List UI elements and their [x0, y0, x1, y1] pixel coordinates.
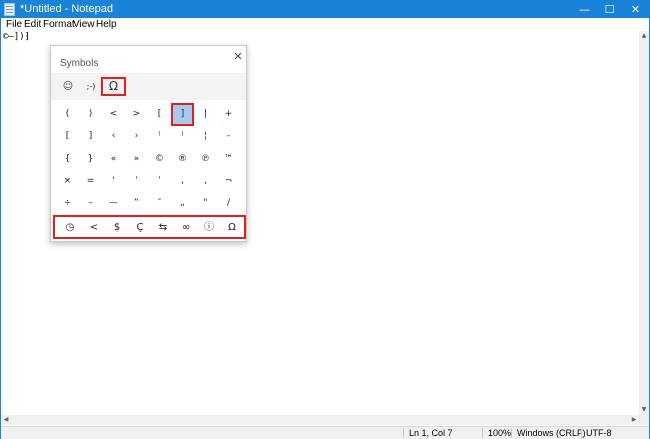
- panel-tab-bar: ☺ ;-) Ω: [51, 73, 246, 100]
- math-icon[interactable]: ∞: [175, 218, 197, 237]
- symbol-row: {} «» © ® ℗ ™: [56, 148, 241, 171]
- symbol-cell[interactable]: |: [194, 103, 217, 126]
- scroll-left-icon[interactable]: ◀: [1, 415, 11, 425]
- symbol-cell[interactable]: <: [102, 103, 125, 126]
- symbol-cell[interactable]: ℗: [194, 148, 217, 171]
- symbol-cell[interactable]: (: [56, 103, 79, 126]
- supplemental-icon[interactable]: ⓘ: [198, 218, 220, 237]
- latin-icon[interactable]: Ç: [129, 218, 151, 237]
- symbol-cell[interactable]: –: [79, 192, 102, 215]
- symbol-cell[interactable]: ⁽: [148, 125, 171, 148]
- symbol-cell[interactable]: ’: [125, 170, 148, 193]
- encoding: UTF-8: [586, 428, 612, 438]
- close-icon[interactable]: ✕: [231, 50, 245, 64]
- symbol-cell[interactable]: ‛: [148, 170, 171, 193]
- language-icon[interactable]: Ω: [221, 218, 243, 237]
- symbol-cell[interactable]: ‘: [102, 170, 125, 193]
- status-divider: [581, 428, 582, 438]
- status-divider: [482, 428, 483, 438]
- symbol-cell[interactable]: /: [217, 192, 240, 215]
- cursor-position: Ln 1, Col 7: [409, 428, 453, 438]
- menu-format[interactable]: Format: [43, 18, 75, 31]
- status-divider: [511, 428, 512, 438]
- panel-title: Symbols: [60, 58, 99, 69]
- scroll-up-icon[interactable]: ▲: [639, 31, 649, 41]
- symbol-cell[interactable]: »: [125, 148, 148, 171]
- symbol-cell[interactable]: ›: [125, 125, 148, 148]
- symbol-category-bar: ◷ < $ Ç ⇆ ∞ ⓘ Ω: [53, 215, 246, 239]
- symbol-cell[interactable]: ×: [56, 170, 79, 193]
- symbol-cell[interactable]: +: [217, 103, 240, 126]
- close-button[interactable]: ✕: [621, 1, 650, 18]
- menu-help[interactable]: Help: [96, 18, 117, 31]
- horizontal-scrollbar[interactable]: ◀ ▶: [1, 415, 639, 425]
- symbol-cell[interactable]: «: [102, 148, 125, 171]
- symbol-cell[interactable]: ¬: [217, 170, 240, 193]
- symbol-cell[interactable]: [: [148, 103, 171, 126]
- scroll-down-icon[interactable]: ▼: [639, 405, 649, 415]
- symbol-cell[interactable]: =: [79, 170, 102, 193]
- symbol-cell[interactable]: ©: [148, 148, 171, 171]
- symbol-cell[interactable]: ™: [217, 148, 240, 171]
- symbol-cell[interactable]: }: [79, 148, 102, 171]
- omega-icon[interactable]: Ω: [101, 77, 126, 96]
- status-bar: Ln 1, Col 7 100% Windows (CRLF) UTF-8: [1, 426, 649, 439]
- symbol-cell[interactable]: ÷: [56, 192, 79, 215]
- symbol-cell[interactable]: ‟: [125, 192, 148, 215]
- scrollbar-corner: [639, 415, 649, 425]
- symbol-cell[interactable]: ]: [171, 103, 194, 126]
- symbol-cell[interactable]: ": [194, 192, 217, 215]
- symbol-cell[interactable]: {: [56, 148, 79, 171]
- zoom-level: 100%: [488, 428, 512, 438]
- scroll-right-icon[interactable]: ▶: [629, 415, 639, 425]
- symbol-cell[interactable]: —: [102, 192, 125, 215]
- symbol-row: ÷ – — ‟ ″ „ " /: [56, 192, 241, 215]
- history-icon[interactable]: ◷: [59, 218, 81, 237]
- symbol-cell[interactable]: ¦: [194, 125, 217, 148]
- notepad-app-icon: [4, 3, 15, 16]
- symbol-row: () < >[] | +: [56, 103, 241, 126]
- symbol-cell[interactable]: ″: [148, 192, 171, 215]
- symbol-cell[interactable]: ,: [171, 170, 194, 193]
- geometric-icon[interactable]: ⇆: [152, 218, 174, 237]
- symbol-cell[interactable]: ®: [171, 148, 194, 171]
- punctuation-icon[interactable]: <: [83, 218, 105, 237]
- symbol-cell[interactable]: >: [125, 103, 148, 126]
- symbol-cell[interactable]: ]: [79, 125, 102, 148]
- symbol-cell[interactable]: ‹: [102, 125, 125, 148]
- symbol-cell[interactable]: ⁾: [171, 125, 194, 148]
- maximize-button[interactable]: ☐: [595, 1, 624, 18]
- smiley-icon[interactable]: ☺: [56, 77, 80, 96]
- kaomoji-icon[interactable]: ;-): [79, 77, 103, 96]
- title-bar[interactable]: *Untitled - Notepad — ☐ ✕: [1, 1, 649, 18]
- symbol-row: [] ‹ › ⁽ ⁾ ¦ -: [56, 125, 241, 148]
- symbol-row: × = ‘’ ‛, ‚ ¬: [56, 170, 241, 193]
- editor-content[interactable]: ©—])⁆: [3, 32, 30, 43]
- symbol-cell[interactable]: „: [171, 192, 194, 215]
- symbols-panel: Symbols ✕ ☺ ;-) Ω () < >[] | +[] ‹ › ⁽ ⁾ ¦ -{} «» © ®…: [50, 45, 247, 242]
- line-ending: Windows (CRLF): [517, 428, 586, 438]
- vertical-scrollbar[interactable]: ▲ ▼: [639, 31, 649, 415]
- currency-icon[interactable]: $: [106, 218, 128, 237]
- menu-view[interactable]: View: [73, 18, 95, 31]
- symbol-cell[interactable]: ‚: [194, 170, 217, 193]
- window-title: *Untitled - Notepad: [20, 3, 113, 15]
- symbol-cell[interactable]: ): [79, 103, 102, 126]
- symbol-cell[interactable]: [: [56, 125, 79, 148]
- symbol-cell[interactable]: -: [217, 125, 240, 148]
- menu-bar: File Edit Format View Help: [1, 18, 649, 31]
- status-divider: [403, 428, 404, 438]
- menu-edit[interactable]: Edit: [24, 18, 41, 31]
- menu-file[interactable]: File: [6, 18, 22, 31]
